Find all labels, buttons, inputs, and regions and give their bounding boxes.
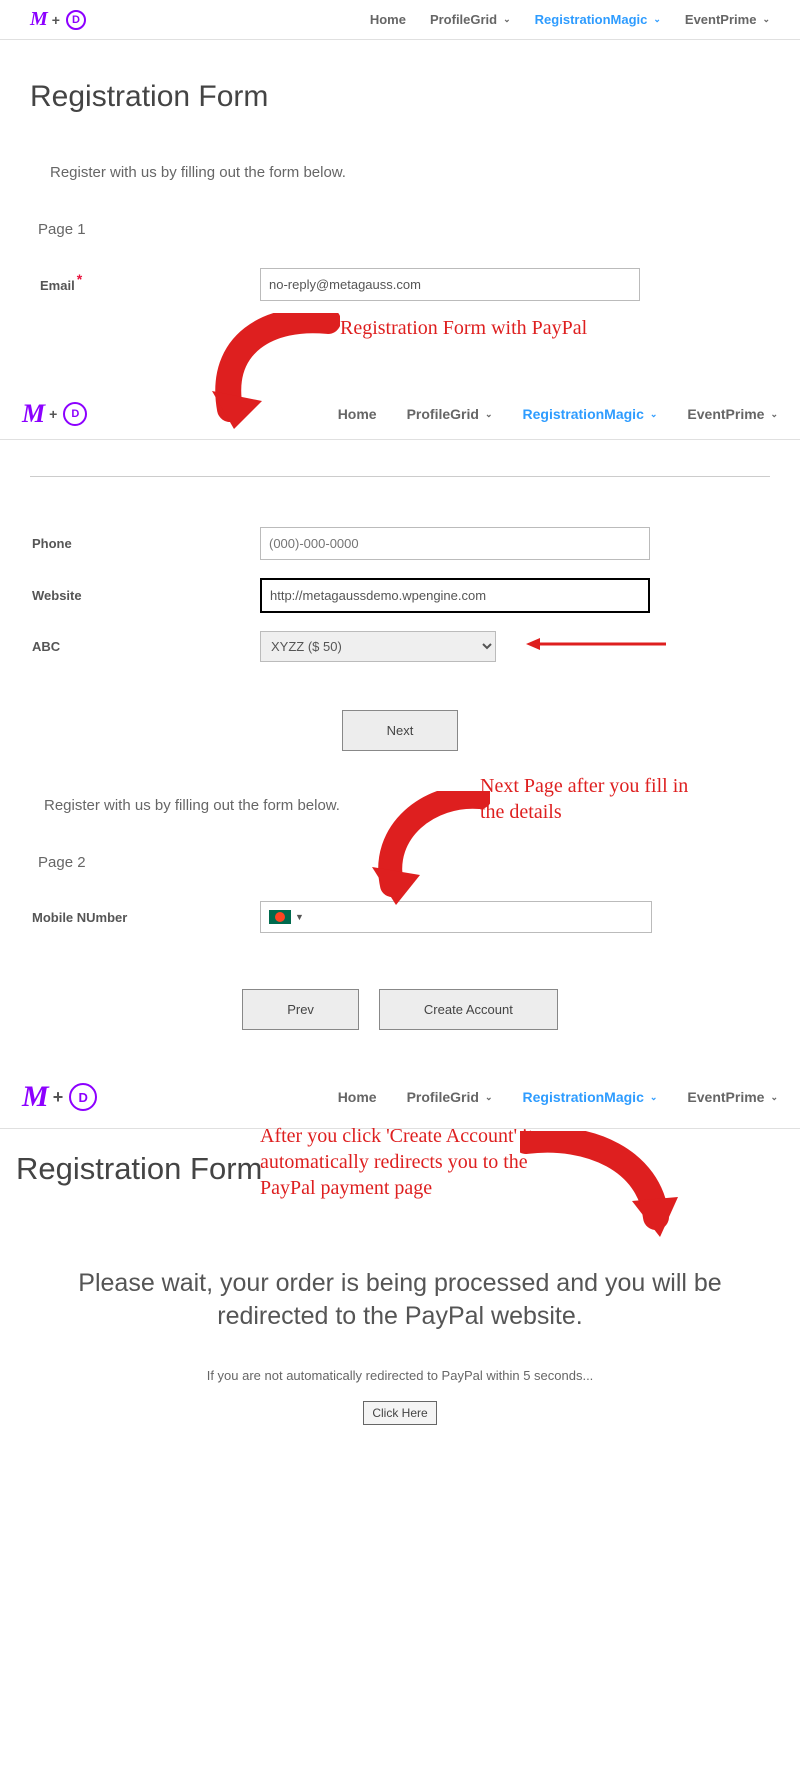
website-row: Website — [30, 578, 770, 613]
abc-label: ABC — [30, 639, 260, 654]
page-title: Registration Form — [30, 80, 770, 114]
chevron-down-icon: ⌄ — [650, 1092, 658, 1103]
chevron-down-icon: ⌄ — [485, 1092, 493, 1103]
logo-d-icon — [66, 10, 86, 30]
logo-m-icon: M — [22, 399, 43, 429]
create-account-button[interactable]: Create Account — [379, 989, 558, 1030]
nav-registrationmagic[interactable]: RegistrationMagic ⌄ — [523, 406, 658, 422]
nav-profilegrid-label: ProfileGrid — [430, 12, 497, 27]
caret-down-icon: ▼ — [295, 912, 304, 922]
nav-profilegrid[interactable]: ProfileGrid ⌄ — [407, 406, 493, 422]
logo-d-icon — [63, 402, 87, 426]
logo-d-icon — [69, 1083, 97, 1111]
section-2: Phone Website ABC XYZZ ($ 50) Next Next … — [0, 476, 800, 1030]
nav-links: Home ProfileGrid ⌄ RegistrationMagic ⌄ Eve… — [370, 12, 770, 27]
nav-eventprime-label: EventPrime — [685, 12, 757, 27]
redirect-hint: If you are not automatically redirected … — [0, 1368, 800, 1383]
email-input[interactable] — [260, 268, 640, 301]
curved-arrow-icon-2 — [370, 791, 490, 911]
chevron-down-icon: ⌄ — [770, 409, 778, 420]
chevron-down-icon: ⌄ — [770, 1092, 778, 1103]
prev-button[interactable]: Prev — [242, 989, 359, 1030]
curved-arrow-icon-3 — [520, 1131, 680, 1241]
website-input[interactable] — [260, 578, 650, 613]
chevron-down-icon: ⌄ — [762, 14, 770, 25]
logo-2: M + — [22, 399, 87, 429]
logo-plus-icon: + — [53, 1087, 64, 1108]
nav-home[interactable]: Home — [370, 12, 406, 27]
top-nav-2: M + Home ProfileGrid ⌄ RegistrationMagic ⌄… — [0, 389, 800, 440]
nav-profilegrid-label: ProfileGrid — [407, 1089, 479, 1105]
phone-input[interactable] — [260, 527, 650, 560]
abc-select[interactable]: XYZZ ($ 50) — [260, 631, 496, 662]
nav-registrationmagic[interactable]: RegistrationMagic ⌄ — [535, 12, 661, 27]
nav-profilegrid[interactable]: ProfileGrid ⌄ — [430, 12, 511, 27]
page-label-1: Page 1 — [38, 221, 770, 238]
nav-profilegrid-label: ProfileGrid — [407, 406, 479, 422]
annotation-text-2: Next Page after you fill in the details — [480, 773, 710, 825]
next-button[interactable]: Next — [342, 710, 459, 751]
nav-home[interactable]: Home — [338, 406, 377, 422]
annotation-1-wrap: Registration Form with PayPal — [30, 319, 770, 389]
logo-m-icon: M — [30, 8, 46, 31]
next-row: Next — [30, 710, 770, 751]
nav-eventprime[interactable]: EventPrime ⌄ — [687, 406, 778, 422]
mobile-label: Mobile NUmber — [30, 910, 260, 925]
flag-bangladesh-icon — [269, 910, 291, 924]
nav-eventprime-label: EventPrime — [687, 406, 764, 422]
logo: M + — [30, 8, 86, 31]
section-3: Registration Form After you click 'Creat… — [0, 1151, 800, 1425]
wait-message: Please wait, your order is being process… — [20, 1267, 780, 1332]
nav-registrationmagic-label: RegistrationMagic — [523, 1089, 644, 1105]
chevron-down-icon: ⌄ — [485, 409, 493, 420]
annotation-2-wrap: Next Page after you fill in the details … — [30, 797, 770, 814]
nav-eventprime[interactable]: EventPrime ⌄ — [687, 1089, 778, 1105]
abc-row: ABC XYZZ ($ 50) — [30, 631, 770, 662]
annotation-text-3: After you click 'Create Account' it auto… — [260, 1123, 560, 1201]
website-label: Website — [30, 588, 260, 603]
phone-label: Phone — [30, 536, 260, 551]
chevron-down-icon: ⌄ — [653, 14, 661, 25]
logo-plus-icon: + — [52, 12, 60, 28]
curved-arrow-icon-1 — [210, 313, 340, 433]
required-star: * — [77, 271, 82, 287]
section-1: Registration Form Register with us by fi… — [0, 80, 800, 389]
page2-buttons: Prev Create Account — [30, 989, 770, 1030]
logo-plus-icon: + — [49, 406, 57, 422]
top-nav-1: M + Home ProfileGrid ⌄ RegistrationMagic ⌄… — [0, 0, 800, 40]
intro-text: Register with us by filling out the form… — [50, 164, 770, 181]
nav-links-3: Home ProfileGrid ⌄ RegistrationMagic ⌄ Eve… — [338, 1089, 778, 1105]
nav-profilegrid[interactable]: ProfileGrid ⌄ — [407, 1089, 493, 1105]
logo-3: M + — [22, 1080, 97, 1114]
nav-registrationmagic-label: RegistrationMagic — [523, 406, 644, 422]
annotation-text-1: Registration Form with PayPal — [340, 315, 600, 341]
straight-arrow-icon — [526, 635, 666, 653]
phone-row: Phone — [30, 527, 770, 560]
nav-registrationmagic[interactable]: RegistrationMagic ⌄ — [523, 1089, 658, 1105]
chevron-down-icon: ⌄ — [650, 409, 658, 420]
logo-m-icon: M — [22, 1080, 47, 1114]
click-here-button[interactable]: Click Here — [363, 1401, 437, 1425]
top-nav-3: M + Home ProfileGrid ⌄ RegistrationMagic ⌄… — [0, 1066, 800, 1129]
chevron-down-icon: ⌄ — [503, 14, 511, 25]
nav-home[interactable]: Home — [338, 1089, 377, 1105]
email-row: Email* — [30, 268, 770, 301]
nav-eventprime[interactable]: EventPrime ⌄ — [685, 12, 770, 27]
nav-eventprime-label: EventPrime — [687, 1089, 764, 1105]
email-label: Email* — [30, 277, 260, 293]
divider — [30, 476, 770, 477]
nav-registrationmagic-label: RegistrationMagic — [535, 12, 648, 27]
nav-links-2: Home ProfileGrid ⌄ RegistrationMagic ⌄ Eve… — [338, 406, 778, 422]
